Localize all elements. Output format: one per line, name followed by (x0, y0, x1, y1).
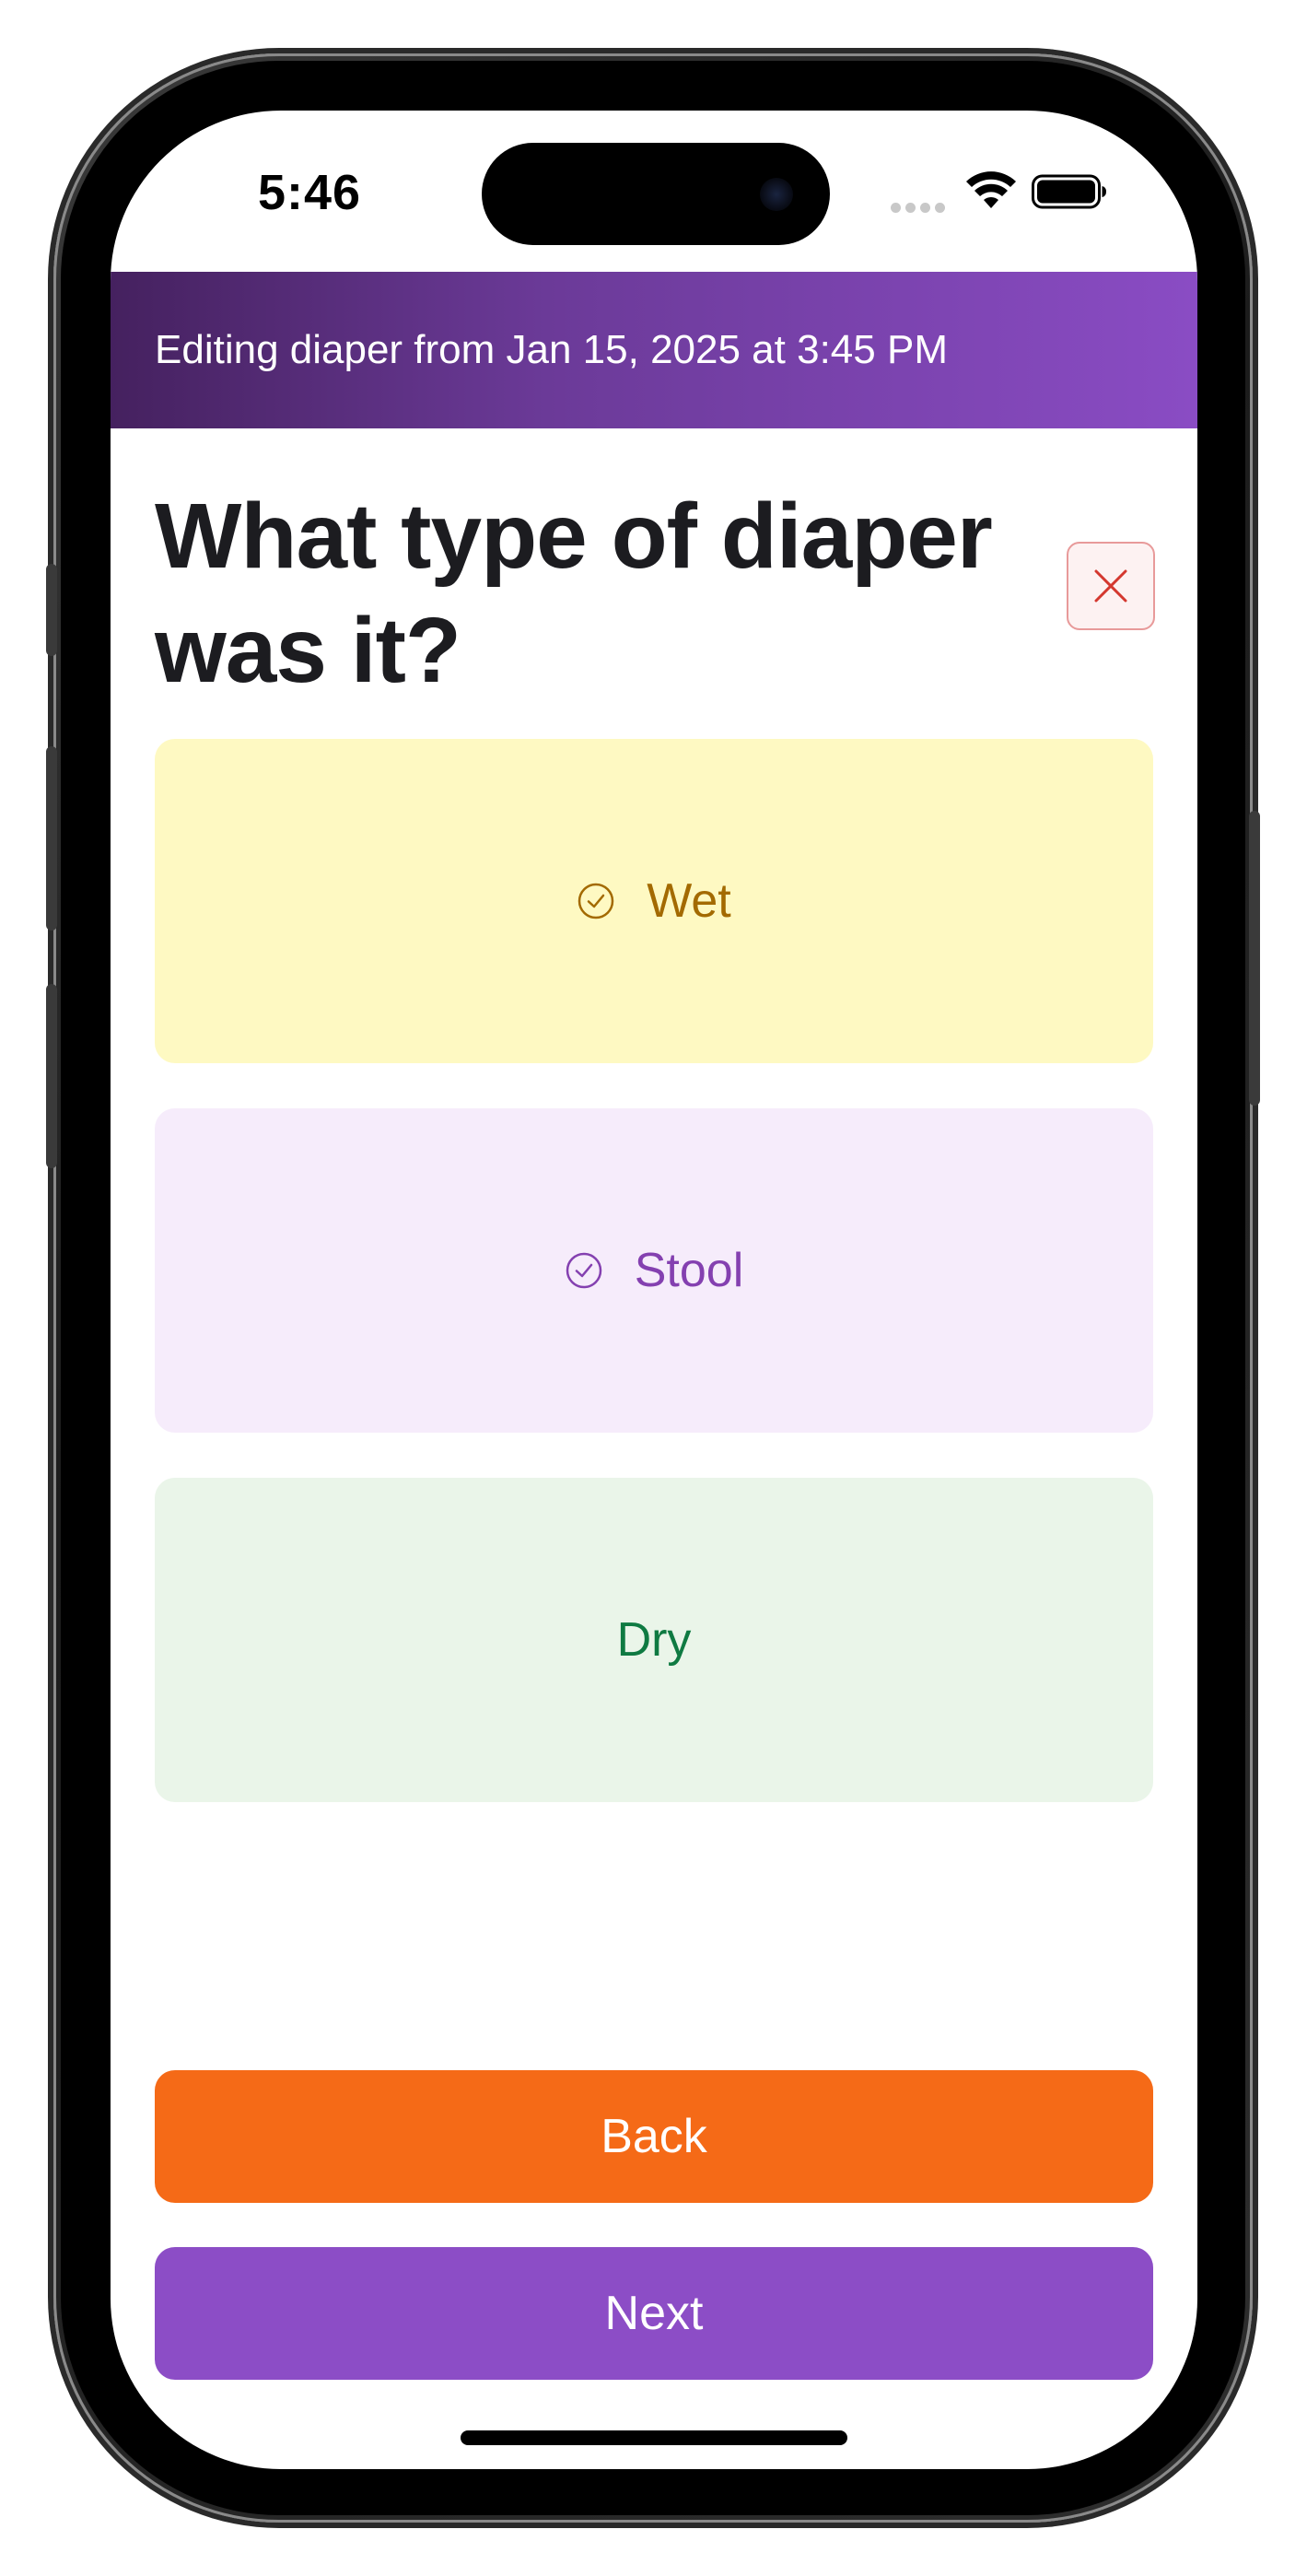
check-circle-icon (578, 883, 614, 919)
edit-banner-text: Editing diaper from Jan 15, 2025 at 3:45… (155, 327, 948, 372)
next-button[interactable]: Next (155, 2247, 1153, 2380)
option-dry-label: Dry (616, 1613, 692, 1667)
action-button (46, 564, 57, 656)
app-screen: 5:46 Editing diaper from Jan 15, 2025 at… (111, 111, 1197, 2469)
option-stool-label: Stool (634, 1244, 744, 1297)
option-dry-button[interactable]: Dry (155, 1478, 1153, 1802)
back-button[interactable]: Back (155, 2070, 1153, 2203)
wifi-icon (966, 171, 1016, 208)
status-time: 5:46 (258, 165, 362, 220)
option-wet-button[interactable]: Wet (155, 739, 1153, 1063)
home-indicator[interactable] (461, 2430, 847, 2445)
dynamic-island (482, 143, 830, 245)
camera-icon (760, 178, 793, 211)
question-title: What type of diaper was it? (155, 485, 993, 702)
status-bar: 5:46 (111, 111, 1197, 272)
back-button-label: Back (601, 2110, 707, 2163)
volume-up-button (46, 746, 57, 931)
close-icon (1094, 569, 1127, 603)
close-button[interactable] (1067, 542, 1155, 630)
signal-dots-icon (891, 201, 950, 217)
option-stool-button[interactable]: Stool (155, 1108, 1153, 1433)
option-wet-label: Wet (647, 874, 731, 928)
check-circle-icon (566, 1252, 601, 1289)
power-button (1249, 811, 1260, 1106)
next-button-label: Next (604, 2287, 704, 2340)
volume-down-button (46, 984, 57, 1168)
battery-icon (1032, 174, 1106, 209)
edit-banner: Editing diaper from Jan 15, 2025 at 3:45… (111, 272, 1197, 428)
